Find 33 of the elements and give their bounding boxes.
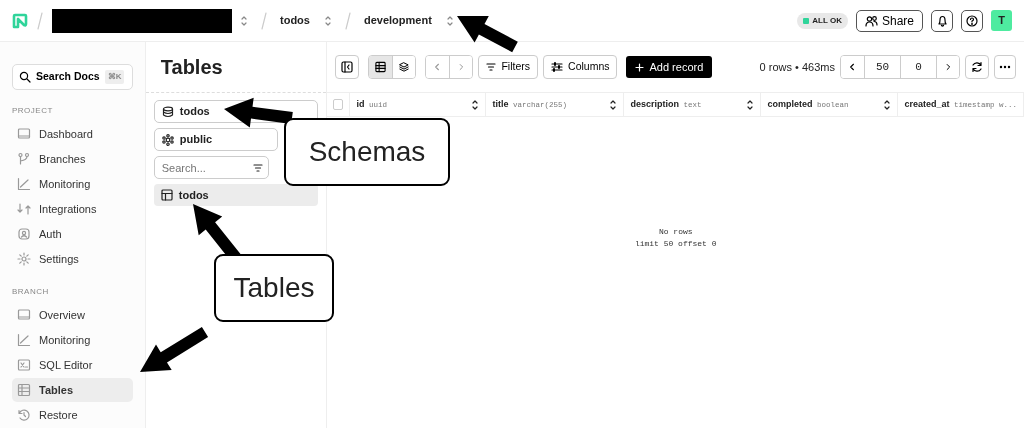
- schema-select[interactable]: public: [153, 128, 278, 151]
- nav-item[interactable]: Branches: [12, 147, 133, 171]
- breadcrumb-link[interactable]: development: [363, 12, 432, 29]
- nav-item[interactable]: SQL Editor: [12, 353, 133, 377]
- empty-message: limit 50 offset 0: [634, 237, 717, 250]
- nav-item[interactable]: Monitoring: [12, 328, 133, 352]
- row-summary: 0 rows • 463ms: [759, 59, 835, 75]
- limit-field[interactable]: 50: [864, 56, 900, 78]
- nav-item[interactable]: Tables: [12, 378, 133, 402]
- section-label: BRANCH: [12, 286, 50, 298]
- share-button[interactable]: Share: [855, 9, 923, 32]
- status-badge: ALL OK: [797, 12, 848, 29]
- section-label: PROJECT: [12, 105, 54, 117]
- search-field[interactable]: Search...: [153, 156, 269, 179]
- nav-item[interactable]: Settings: [12, 247, 133, 271]
- nav-item[interactable]: Overview: [12, 303, 133, 327]
- callout-label: Schemas: [284, 118, 450, 186]
- nav-item[interactable]: Monitoring: [12, 172, 133, 196]
- columns-button[interactable]: Columns: [543, 55, 618, 79]
- filters-button[interactable]: Filters: [478, 55, 539, 79]
- search-docs-button[interactable]: Search Docs ⌘K: [12, 64, 133, 90]
- panel-title: Tables: [145, 42, 327, 93]
- nav-item[interactable]: Dashboard: [12, 122, 133, 146]
- shortcut-badge: ⌘K: [104, 70, 125, 84]
- empty-message: No rows: [658, 225, 693, 238]
- nav-item[interactable]: Integrations: [12, 197, 133, 221]
- breadcrumb-link[interactable]: todos: [280, 12, 310, 29]
- nav-item[interactable]: Restore: [12, 403, 133, 427]
- callout-label: Tables: [214, 254, 334, 322]
- add-record-button[interactable]: Add record: [626, 56, 713, 78]
- table-list-item[interactable]: todos: [153, 184, 319, 206]
- nav-item[interactable]: Auth: [12, 222, 133, 246]
- avatar[interactable]: T: [991, 10, 1012, 31]
